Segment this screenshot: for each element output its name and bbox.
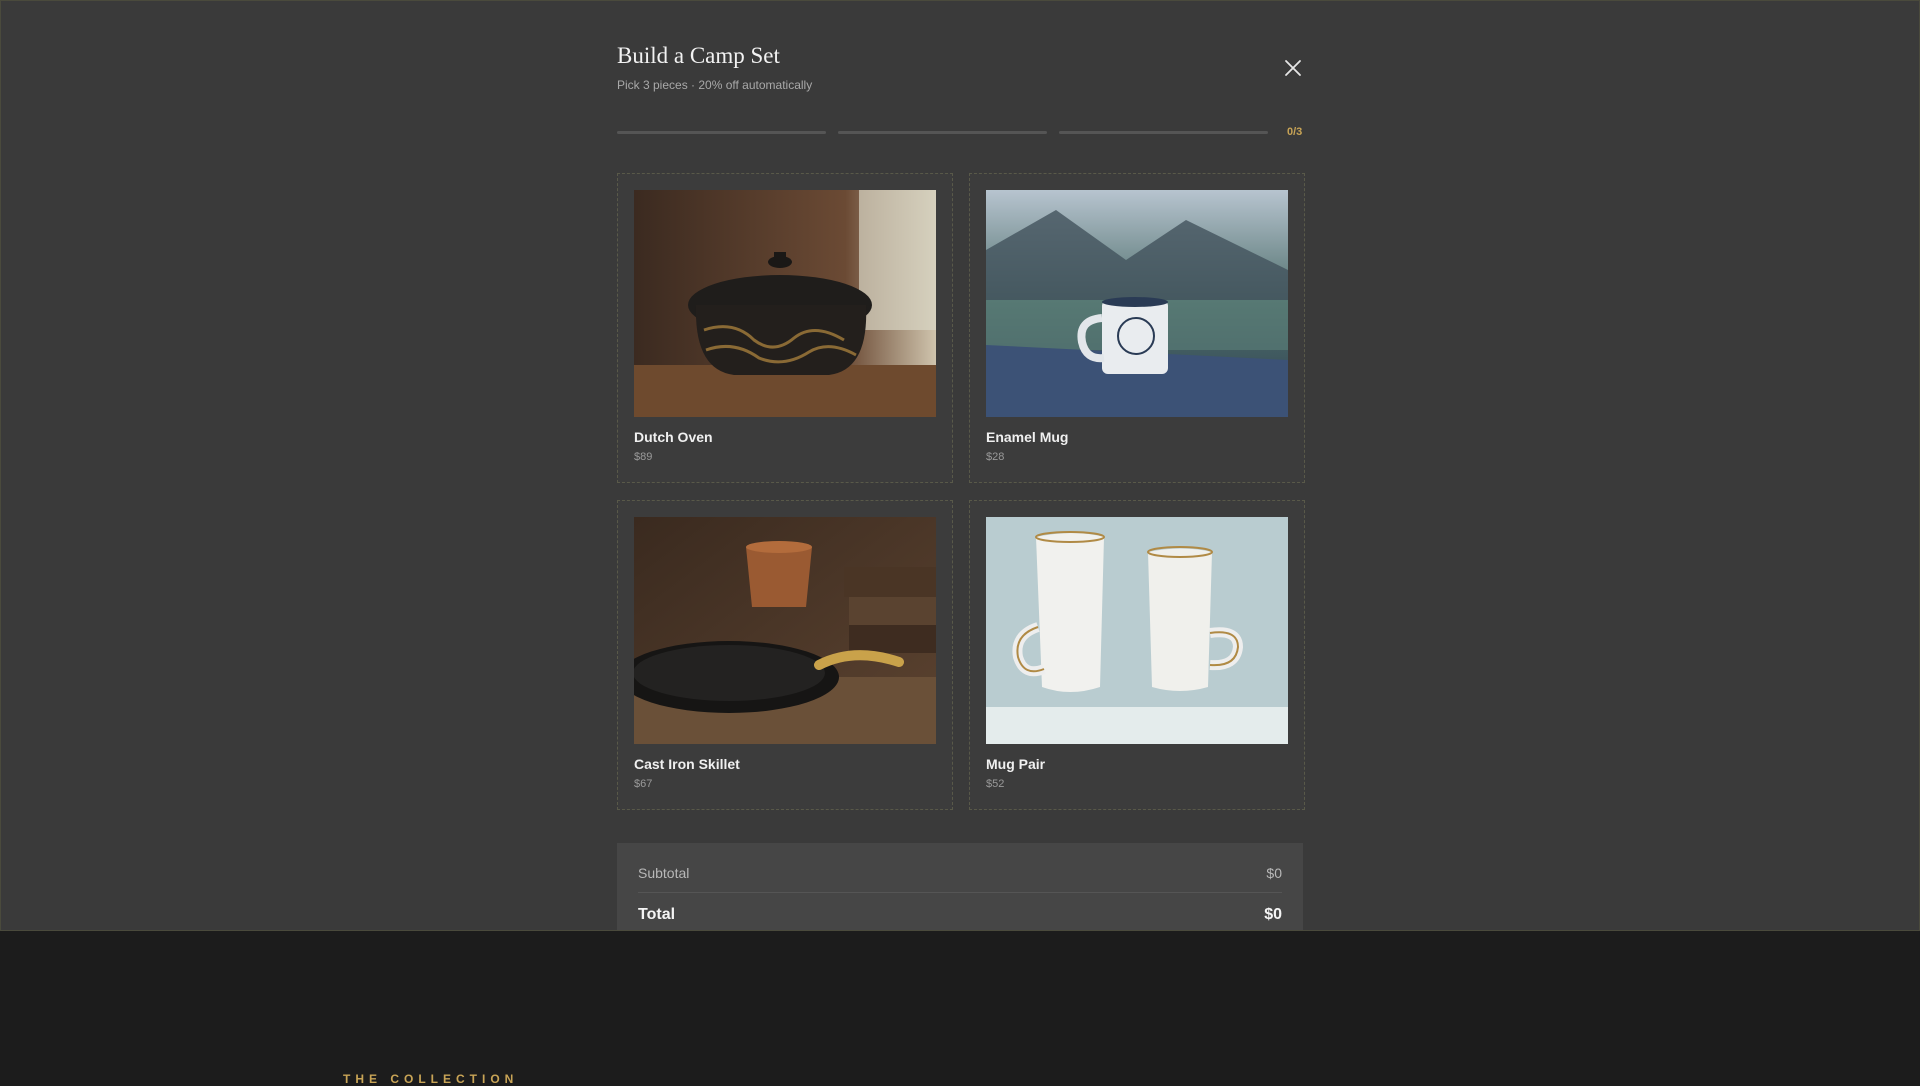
modal-title: Build a Camp Set <box>617 43 780 68</box>
enamel-mug-photo <box>986 190 1288 417</box>
product-name: Enamel Mug <box>986 429 1069 445</box>
product-card-enamel-mug[interactable]: Enamel Mug $28 <box>969 173 1305 483</box>
product-price: $89 <box>634 451 653 463</box>
product-card-mug-pair[interactable]: Mug Pair $52 <box>969 500 1305 810</box>
subtotal-row: Subtotal $0 <box>638 865 1282 881</box>
product-card-cast-iron-skillet[interactable]: Cast Iron Skillet $67 <box>617 500 953 810</box>
product-name: Cast Iron Skillet <box>634 756 740 772</box>
progress-segment <box>1059 131 1268 134</box>
progress-segment <box>838 131 1047 134</box>
close-button[interactable] <box>1281 56 1305 80</box>
product-card-dutch-oven[interactable]: Dutch Oven $89 <box>617 173 953 483</box>
summary-divider <box>638 892 1282 893</box>
selection-progress <box>617 131 1305 137</box>
dutch-oven-photo <box>634 190 936 417</box>
close-icon <box>1285 60 1301 76</box>
total-row: Total $0 <box>638 906 1282 924</box>
order-summary: Subtotal $0 Total $0 <box>617 843 1303 930</box>
product-name: Mug Pair <box>986 756 1046 772</box>
skillet-photo <box>634 517 936 744</box>
product-price: $28 <box>986 451 1005 463</box>
subtotal-value: $0 <box>1266 865 1282 881</box>
product-price: $52 <box>986 778 1005 790</box>
section-eyebrow: THE COLLECTION <box>343 1072 519 1086</box>
total-value: $0 <box>1264 906 1282 923</box>
product-name: Dutch Oven <box>634 429 713 445</box>
modal-subtitle: Pick 3 pieces · 20% off automatically <box>617 78 813 92</box>
modal-overlay: Build a Camp Set Pick 3 pieces · 20% off… <box>0 0 1920 931</box>
product-price: $67 <box>634 778 653 790</box>
mug-pair-photo <box>986 517 1288 744</box>
total-label: Total <box>638 906 676 923</box>
subtotal-label: Subtotal <box>638 865 690 881</box>
selection-count: 0/3 <box>1287 126 1303 138</box>
progress-segment <box>617 131 826 134</box>
